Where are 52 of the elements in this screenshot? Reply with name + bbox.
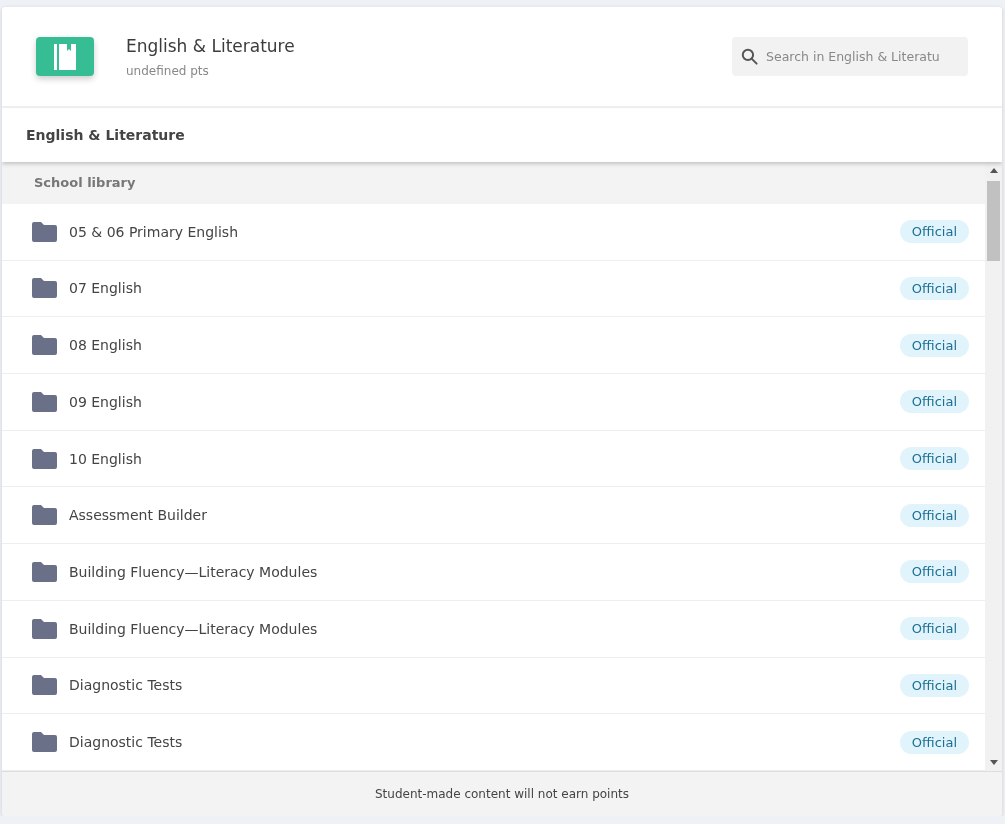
folder-icon <box>32 561 57 582</box>
official-tag: Official <box>899 730 969 754</box>
subject-title: English & Literature <box>126 35 296 56</box>
folder-name: 07 English <box>69 280 143 297</box>
folder-name: 09 English <box>69 393 143 410</box>
folder-icon <box>32 278 57 299</box>
folder-row[interactable]: Diagnostic Tests Official <box>2 714 985 771</box>
folder-row[interactable]: 07 English Official <box>2 260 985 318</box>
folder-row[interactable]: 10 English Official <box>2 430 985 488</box>
footer-note: Student-made content will not earn points <box>375 787 629 801</box>
official-tag: Official <box>899 503 969 527</box>
official-tag: Official <box>899 390 969 414</box>
folder-name: Diagnostic Tests <box>69 734 184 751</box>
book-icon <box>36 37 94 76</box>
breadcrumb: English & Literature <box>26 127 185 143</box>
folder-row[interactable]: 09 English Official <box>2 373 985 431</box>
official-tag: Official <box>899 673 969 697</box>
official-tag: Official <box>899 220 969 244</box>
folder-icon <box>32 221 57 242</box>
folder-name: 05 & 06 Primary English <box>69 223 239 240</box>
scroll-down-icon[interactable] <box>989 760 998 765</box>
folder-row[interactable]: Building Fluency—Literacy Modules Official <box>2 600 985 658</box>
folder-name: Building Fluency—Literacy Modules <box>69 563 319 580</box>
folder-row[interactable]: Building Fluency—Literacy Modules Official <box>2 544 985 601</box>
folder-name: Building Fluency—Literacy Modules <box>69 620 319 637</box>
section-title: School library <box>34 175 136 191</box>
official-tag: Official <box>899 617 969 641</box>
folder-icon <box>32 732 57 753</box>
folder-icon <box>32 675 57 696</box>
folder-row[interactable]: Assessment Builder Official <box>2 487 985 545</box>
folder-icon <box>32 618 57 639</box>
search-icon <box>740 47 759 66</box>
search-field[interactable]: Search in English & Literatu <box>732 37 968 76</box>
folder-name: Assessment Builder <box>69 507 208 524</box>
folder-row[interactable]: Diagnostic Tests Official <box>2 657 985 715</box>
official-tag: Official <box>899 276 969 300</box>
folder-row[interactable]: 08 English Official <box>2 317 985 374</box>
folder-icon <box>32 335 57 356</box>
folder-icon <box>32 448 57 469</box>
official-tag: Official <box>899 333 969 357</box>
official-tag: Official <box>899 447 969 471</box>
folder-name: 10 English <box>69 450 143 467</box>
scroll-up-icon[interactable] <box>989 168 998 173</box>
folder-name: Diagnostic Tests <box>69 677 184 694</box>
folder-icon <box>32 391 57 412</box>
scrollbar[interactable] <box>985 162 1002 771</box>
scrollbar-thumb[interactable] <box>987 181 1000 261</box>
official-tag: Official <box>899 560 969 584</box>
folder-icon <box>32 505 57 526</box>
folder-row[interactable]: 05 & 06 Primary English Official <box>2 203 985 261</box>
folder-name: 08 English <box>69 337 143 354</box>
points-label: undefined pts <box>126 63 210 78</box>
